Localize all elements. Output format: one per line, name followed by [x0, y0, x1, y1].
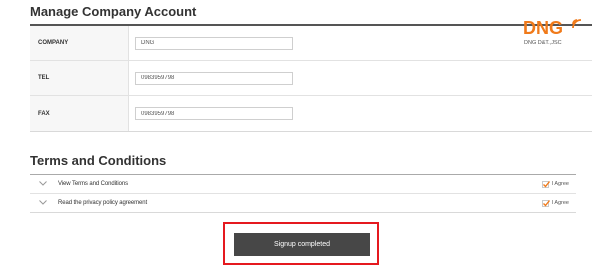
company-input[interactable]	[135, 36, 293, 50]
company-label: COMPANY	[30, 26, 129, 60]
privacy-item-label: Read the privacy policy agreement	[58, 200, 148, 206]
terms-section-title: Terms and Conditions	[30, 153, 167, 168]
logo-text: DNG	[523, 18, 563, 38]
agree-control[interactable]: I Agree	[541, 180, 569, 188]
terms-list: View Terms and Conditions I Agree Read t…	[30, 174, 576, 213]
logo-subtitle: DNG D&T.,JSC	[524, 40, 562, 46]
signup-completed-button[interactable]: Signup completed	[234, 233, 370, 256]
form-row-tel: TEL	[30, 61, 592, 96]
form-row-fax: FAX	[30, 96, 592, 131]
fax-label: FAX	[30, 96, 129, 131]
tel-input[interactable]	[135, 71, 293, 85]
chevron-down-icon[interactable]	[39, 200, 47, 205]
fax-input[interactable]	[135, 107, 293, 120]
terms-row-privacy[interactable]: Read the privacy policy agreement I Agre…	[30, 194, 576, 212]
checkmark-icon	[542, 180, 550, 188]
account-section-title: Manage Company Account	[30, 4, 197, 19]
checkmark-icon	[542, 199, 550, 207]
company-logo: DNG DNG D&T.,JSC	[522, 17, 584, 55]
form-row-company: COMPANY	[30, 26, 592, 61]
agree-label: I Agree	[551, 181, 569, 187]
agree-checkbox[interactable]	[541, 199, 550, 207]
chevron-down-icon[interactable]	[39, 181, 47, 186]
tel-label: TEL	[30, 61, 129, 95]
company-form-table: COMPANY TEL FAX	[30, 24, 592, 132]
agree-control[interactable]: I Agree	[541, 199, 569, 207]
terms-item-label: View Terms and Conditions	[58, 181, 128, 187]
agree-checkbox[interactable]	[541, 180, 550, 188]
wifi-signal-icon	[572, 19, 582, 29]
terms-row-conditions[interactable]: View Terms and Conditions I Agree	[30, 175, 576, 194]
agree-label: I Agree	[551, 200, 569, 206]
